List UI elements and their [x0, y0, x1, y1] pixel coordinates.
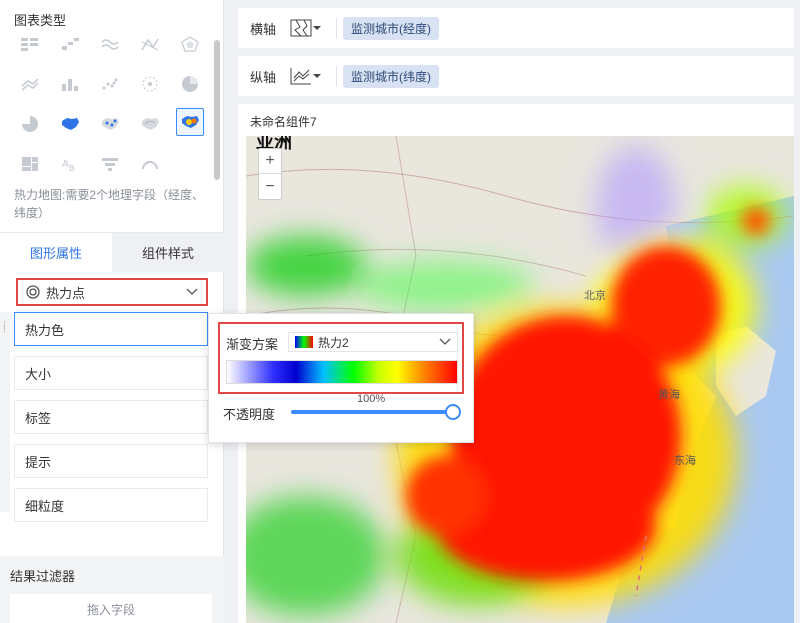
x-axis-label: 横轴: [250, 21, 277, 37]
treemap-icon[interactable]: [16, 150, 44, 178]
drag-handle-icon[interactable]: ⁞ ⁞: [3, 322, 6, 336]
area-icon[interactable]: [16, 70, 44, 98]
gradient-swatch-icon: [295, 336, 313, 348]
y-axis-row: 纵轴 监测城市(纬度): [238, 56, 794, 96]
left-panel: 图表类型 AB 热力地图:需要2个地理字段（经度、纬度） 图形属性 组件样式 热…: [0, 0, 224, 623]
x-axis-row: 横轴 监测城市(经度): [238, 8, 794, 48]
chart-type-hint: 热力地图:需要2个地理字段（经度、纬度）: [14, 188, 205, 220]
x-axis-geo-icon: [290, 19, 312, 37]
chevron-down-icon: [439, 338, 451, 345]
chart-type-scrollbar[interactable]: [214, 40, 220, 180]
x-axis-field-chip[interactable]: 监测城市(经度): [343, 16, 439, 40]
gradient-scheme-label: 渐变方案: [226, 337, 279, 352]
prop-granularity[interactable]: 细粒度: [14, 488, 208, 522]
x-axis-field-track[interactable]: 监测城市(经度): [336, 16, 784, 40]
filter-dropzone[interactable]: 拖入字段: [10, 594, 212, 623]
scatter-icon[interactable]: [96, 70, 124, 98]
opacity-slider-handle[interactable]: [445, 404, 461, 420]
result-filter-section: 结果过滤器 拖入字段: [0, 556, 224, 623]
opacity-value: 100%: [357, 393, 386, 405]
point-type-label: 热力点: [46, 285, 86, 301]
radar-icon[interactable]: [176, 30, 204, 58]
bar-icon[interactable]: [56, 30, 84, 58]
bubble-icon[interactable]: [136, 70, 164, 98]
map-label-east-sea: 东海: [674, 453, 696, 467]
china-map-icon[interactable]: [56, 110, 84, 138]
opacity-slider-track[interactable]: [291, 410, 455, 414]
gradient-preview-bar: [226, 360, 458, 384]
chart-type-title: 图表类型: [14, 13, 67, 28]
zoom-out-button[interactable]: −: [259, 174, 281, 199]
pie-icon[interactable]: [176, 70, 204, 98]
funnel-icon[interactable]: [96, 150, 124, 178]
y-axis-type-button[interactable]: [290, 66, 322, 86]
opacity-label: 不透明度: [223, 407, 276, 422]
table-icon[interactable]: [16, 30, 44, 58]
tab-widget-style[interactable]: 组件样式: [112, 233, 224, 272]
dot-map-icon[interactable]: [96, 110, 124, 138]
heatmap-icon[interactable]: [176, 108, 204, 136]
line-icon[interactable]: [96, 30, 124, 58]
prop-size[interactable]: 大小: [14, 356, 208, 390]
y-axis-label: 纵轴: [250, 69, 277, 85]
y-axis-geo-icon: [290, 68, 311, 85]
map-label-beijing: 北京: [584, 288, 606, 302]
result-filter-title: 结果过滤器: [10, 569, 76, 584]
gradient-scheme-select[interactable]: 热力2: [288, 332, 458, 352]
chevron-down-icon: [313, 74, 321, 78]
rose-icon[interactable]: [16, 110, 44, 138]
map-label-yellow-sea: 黄海: [658, 387, 680, 401]
heat-point-icon: [26, 285, 40, 299]
prop-heat-color[interactable]: 热力色: [14, 312, 208, 346]
chart-icon[interactable]: [136, 30, 164, 58]
tab-graph-properties[interactable]: 图形属性: [0, 233, 112, 272]
gradient-scheme-group: 渐变方案 热力2: [218, 322, 464, 394]
svg-text:A: A: [62, 159, 69, 170]
x-axis-type-button[interactable]: [290, 18, 322, 38]
property-tabs: 图形属性 组件样式: [0, 232, 224, 272]
point-type-select[interactable]: 热力点: [16, 278, 208, 306]
y-axis-field-track[interactable]: 监测城市(纬度): [336, 64, 784, 88]
gradient-scheme-value: 热力2: [318, 335, 349, 350]
prop-label[interactable]: 标签: [14, 400, 208, 434]
prop-tooltip[interactable]: 提示: [14, 444, 208, 478]
widget-title: 未命名组件7: [250, 115, 317, 129]
prop-gutter: [0, 312, 10, 512]
zoom-in-button[interactable]: +: [259, 149, 281, 174]
zoom-control: + −: [258, 148, 282, 200]
y-axis-field-chip[interactable]: 监测城市(纬度): [343, 64, 439, 88]
column-icon[interactable]: [56, 70, 84, 98]
gauge-icon[interactable]: [136, 150, 164, 178]
wordcloud-icon[interactable]: AB: [56, 150, 84, 178]
flow-map-icon[interactable]: [136, 110, 164, 138]
heat-color-popup: 渐变方案 热力2 不透明度 100%: [208, 313, 474, 443]
svg-text:B: B: [69, 164, 75, 173]
chevron-down-icon: [186, 288, 198, 295]
chevron-down-icon: [313, 26, 321, 30]
